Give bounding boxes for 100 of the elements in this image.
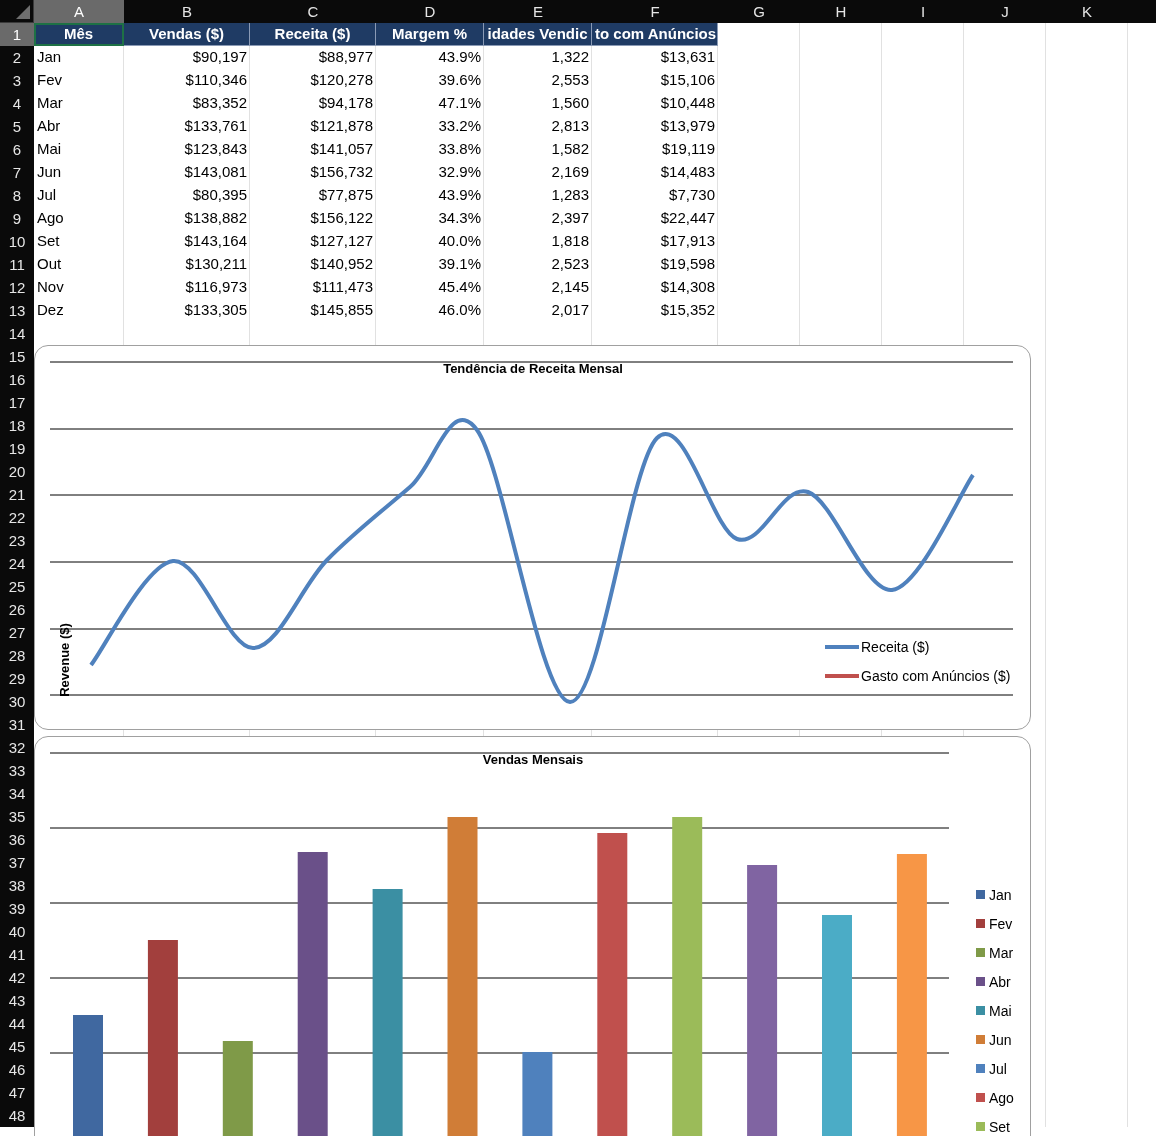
row-header[interactable]: 46 [0, 1058, 34, 1081]
column-header[interactable]: H [800, 0, 882, 23]
row-header[interactable]: 5 [0, 115, 34, 138]
table-cell-text: 1,818 [550, 231, 590, 251]
row-header[interactable]: 39 [0, 897, 34, 920]
table-cell-text: $143,164 [183, 231, 248, 251]
row-header[interactable]: 30 [0, 690, 34, 713]
row-header[interactable]: 20 [0, 460, 34, 483]
row-header[interactable]: 16 [0, 368, 34, 391]
table-cell-text: $77,875 [317, 185, 374, 205]
table-cell-text: Out [36, 254, 63, 274]
row-header[interactable]: 9 [0, 207, 34, 230]
row-header[interactable]: 25 [0, 575, 34, 598]
row-header[interactable]: 8 [0, 184, 34, 207]
row-header[interactable]: 24 [0, 552, 34, 575]
header-cell: to com Anúncios [592, 23, 718, 46]
table-cell-text: $19,119 [660, 139, 716, 159]
column-header[interactable]: C [250, 0, 376, 23]
row-header[interactable]: 7 [0, 161, 34, 184]
column-header[interactable]: A [34, 0, 124, 23]
table-cell-text: $15,106 [659, 70, 716, 90]
chart-title: Vendas Mensais [482, 752, 584, 767]
row-header[interactable]: 15 [0, 345, 34, 368]
row-header[interactable]: 35 [0, 805, 34, 828]
table-cell-text: 43.9% [437, 185, 482, 205]
chart-title: Tendência de Receita Mensal [443, 361, 623, 376]
header-cell: Margem % [376, 23, 484, 46]
row-header[interactable]: 43 [0, 989, 34, 1012]
table-cell-text: 2,017 [550, 300, 590, 320]
header-cell: idades Vendic [484, 23, 592, 46]
chart-area[interactable]: Tendência de Receita Mensal Revenue ($) Receita ($) Gasto com Anúncios ($) [34, 345, 1031, 730]
row-header[interactable]: 17 [0, 391, 34, 414]
row-header[interactable]: 13 [0, 299, 34, 322]
table-cell-text: 39.6% [437, 70, 482, 90]
table-cell-text: Fev [36, 70, 63, 90]
row-header[interactable]: 1 [0, 23, 34, 46]
row-header[interactable]: 21 [0, 483, 34, 506]
row-header[interactable]: 4 [0, 92, 34, 115]
row-header[interactable]: 19 [0, 437, 34, 460]
column-header[interactable]: J [964, 0, 1046, 23]
table-cell-text: $14,308 [659, 277, 716, 297]
row-header[interactable]: 38 [0, 874, 34, 897]
row-header[interactable]: 23 [0, 529, 34, 552]
column-header[interactable]: K [1046, 0, 1128, 23]
table-cell-text: 1,560 [550, 93, 590, 113]
table-cell-text: $83,352 [191, 93, 248, 113]
row-header[interactable]: 31 [0, 713, 34, 736]
row-header[interactable]: 40 [0, 920, 34, 943]
table-cell-text: $156,122 [309, 208, 374, 228]
row-header[interactable]: 11 [0, 253, 34, 276]
row-header[interactable]: 48 [0, 1104, 34, 1127]
row-header[interactable]: 36 [0, 828, 34, 851]
table-cell-text: $14,483 [659, 162, 716, 182]
row-header[interactable]: 37 [0, 851, 34, 874]
row-header[interactable]: 22 [0, 506, 34, 529]
column-header[interactable]: B [124, 0, 250, 23]
column-header[interactable]: G [718, 0, 800, 23]
table-cell-text: Mar [36, 93, 64, 113]
row-header[interactable]: 26 [0, 598, 34, 621]
table-cell-text: $19,598 [659, 254, 716, 274]
row-header[interactable]: 32 [0, 736, 34, 759]
table-cell-text: Jul [36, 185, 58, 205]
row-header[interactable]: 6 [0, 138, 34, 161]
row-header[interactable]: 29 [0, 667, 34, 690]
row-header[interactable]: 47 [0, 1081, 34, 1104]
legend-label: Jan [989, 886, 1012, 903]
row-header[interactable]: 34 [0, 782, 34, 805]
table-cell-text: $110,346 [184, 70, 248, 90]
column-header[interactable]: D [376, 0, 484, 23]
row-header[interactable]: 14 [0, 322, 34, 345]
row-header[interactable]: 2 [0, 46, 34, 69]
table-cell-text: $88,977 [317, 47, 374, 67]
table-cell-text: $121,878 [309, 116, 374, 136]
row-header[interactable]: 44 [0, 1012, 34, 1035]
row-header[interactable]: 18 [0, 414, 34, 437]
row-header[interactable]: 3 [0, 69, 34, 92]
table-cell-text: $80,395 [191, 185, 248, 205]
table-cell-text: 2,145 [550, 277, 590, 297]
table-cell-text: $22,447 [659, 208, 716, 228]
row-header[interactable]: 42 [0, 966, 34, 989]
column-header[interactable]: F [592, 0, 718, 23]
table-cell-text: 2,813 [550, 116, 590, 136]
row-header[interactable]: 27 [0, 621, 34, 644]
table-cell-text: 34.3% [437, 208, 482, 228]
column-header[interactable]: I [882, 0, 964, 23]
row-header[interactable]: 41 [0, 943, 34, 966]
row-header[interactable]: 12 [0, 276, 34, 299]
table-cell-text: 33.2% [437, 116, 482, 136]
row-header[interactable]: 33 [0, 759, 34, 782]
column-header[interactable]: E [484, 0, 592, 23]
table-cell-text: 2,553 [550, 70, 590, 90]
table-cell-text: $111,473 [311, 277, 374, 297]
table-cell-text: $15,352 [659, 300, 716, 320]
table-cell-text: $10,448 [659, 93, 716, 113]
row-header[interactable]: 45 [0, 1035, 34, 1058]
chart-area[interactable]: Vendas Mensais Jan Fev Mar Abr Mai Jun Jul Ago Set [34, 736, 1031, 1136]
row-header[interactable]: 28 [0, 644, 34, 667]
table-cell-text: $140,952 [309, 254, 374, 274]
legend-label: Set [989, 1118, 1010, 1135]
row-header[interactable]: 10 [0, 230, 34, 253]
